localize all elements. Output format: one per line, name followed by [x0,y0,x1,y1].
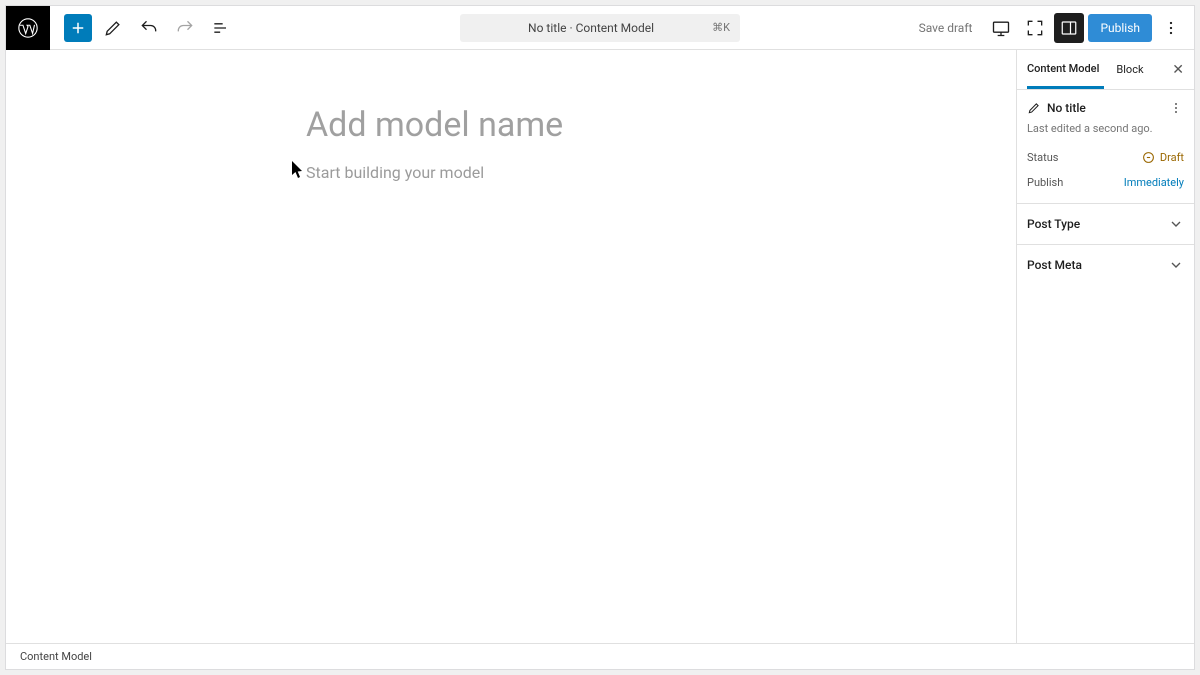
document-title-bar: No title · Content Model [470,21,712,35]
wordpress-logo[interactable] [6,6,50,50]
edit-mode-button[interactable] [98,13,128,43]
chevron-down-icon [1168,216,1184,232]
sidebar-tabs: Content Model Block ✕ [1017,50,1194,90]
title-input[interactable]: Add model name [306,105,1006,145]
section-post-meta[interactable]: Post Meta [1017,244,1194,285]
status-row: Status Draft [1017,145,1194,170]
undo-icon [139,18,159,38]
publish-row: Publish Immediately [1017,170,1194,203]
pencil-icon [103,18,123,38]
sidebar-icon [1060,19,1078,37]
tab-content-model[interactable]: Content Model [1027,50,1104,89]
breadcrumb-bar: Content Model [6,643,1194,669]
dots-vertical-icon [1168,98,1184,118]
desktop-icon [991,18,1011,38]
wordpress-icon [17,17,39,39]
settings-sidebar: Content Model Block ✕ No title Last edit… [1016,50,1194,643]
command-bar[interactable]: No title · Content Model ⌘K [460,14,740,42]
redo-button[interactable] [170,13,200,43]
sidebar-doc-header: No title [1017,90,1194,122]
save-draft-button[interactable]: Save draft [909,15,983,41]
status-value[interactable]: Draft [1142,151,1184,164]
command-shortcut: ⌘K [712,21,730,34]
undo-button[interactable] [134,13,164,43]
close-icon: ✕ [1172,62,1184,78]
expand-icon [1025,18,1045,38]
add-block-button[interactable] [64,14,92,42]
topbar-left [6,6,236,49]
mouse-cursor-icon [291,160,305,180]
list-icon [211,18,231,38]
publish-button[interactable]: Publish [1088,14,1152,42]
more-options-button[interactable] [1156,13,1186,43]
content-input[interactable]: Start building your model [306,163,1006,182]
breadcrumb[interactable]: Content Model [20,650,92,663]
status-label: Status [1027,151,1058,164]
sidebar-doc-title[interactable]: No title [1047,101,1086,115]
chevron-down-icon [1168,257,1184,273]
sidebar-close-button[interactable]: ✕ [1166,58,1190,82]
fullscreen-button[interactable] [1020,13,1050,43]
sidebar-doc-actions[interactable] [1168,100,1184,116]
dots-vertical-icon [1161,18,1181,38]
pencil-icon [1027,101,1041,115]
tab-block[interactable]: Block [1116,50,1148,89]
editor-canvas[interactable]: Add model name Start building your model [6,50,1016,643]
last-edited-text: Last edited a second ago. [1017,122,1194,145]
redo-icon [175,18,195,38]
publish-value[interactable]: Immediately [1124,176,1184,189]
document-outline-button[interactable] [206,13,236,43]
settings-sidebar-toggle[interactable] [1054,13,1084,43]
topbar: No title · Content Model ⌘K Save draft P… [6,6,1194,50]
plus-icon [69,19,87,37]
draft-status-icon [1142,151,1155,164]
publish-label: Publish [1027,176,1063,189]
view-desktop-button[interactable] [986,13,1016,43]
topbar-right: Save draft Publish [909,13,1194,43]
app-window: No title · Content Model ⌘K Save draft P… [5,5,1195,670]
section-post-type[interactable]: Post Type [1017,203,1194,244]
main: Add model name Start building your model… [6,50,1194,643]
